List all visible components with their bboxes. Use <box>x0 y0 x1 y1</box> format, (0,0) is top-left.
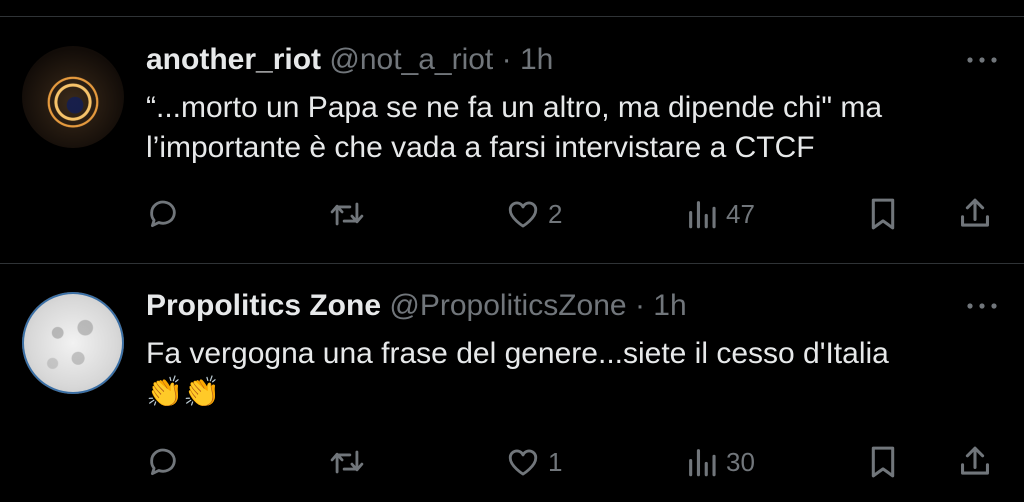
retweet-icon <box>330 202 364 226</box>
views-count: 47 <box>726 198 755 229</box>
views-icon <box>689 201 716 229</box>
tweet-header: another_riot @not_a_riot · 1h <box>146 40 553 80</box>
action-bar: 1 30 <box>146 442 1006 482</box>
reply-icon <box>150 200 176 228</box>
timestamp[interactable]: 1h <box>520 43 553 76</box>
clapping-hands-emoji: 👏👏 <box>146 376 221 409</box>
tweet[interactable]: another_riot @not_a_riot · 1h “...morto … <box>0 18 1024 262</box>
tweet-text: “...morto un Papa se ne fa un altro, ma … <box>146 88 1006 168</box>
reply-button[interactable] <box>146 442 180 482</box>
tweet-text-line: l’importante è che vada a farsi intervis… <box>146 131 815 164</box>
reply-icon <box>150 448 176 476</box>
share-icon <box>961 446 989 475</box>
like-button[interactable]: 1 <box>506 442 562 482</box>
more-icon <box>967 57 997 63</box>
bookmark-icon <box>871 446 895 478</box>
tweet[interactable]: Propolitics Zone @PropoliticsZone · 1h F… <box>0 264 1024 502</box>
views-button[interactable]: 30 <box>686 442 755 482</box>
bookmark-button[interactable] <box>866 194 900 234</box>
heart-icon <box>508 201 538 228</box>
avatar[interactable] <box>22 292 124 394</box>
retweet-button[interactable] <box>328 442 366 482</box>
user-handle[interactable]: @PropoliticsZone <box>389 289 626 322</box>
tweet-text: Fa vergogna una frase del genere...siete… <box>146 334 1006 412</box>
separator: · <box>501 43 512 76</box>
display-name[interactable]: another_riot <box>146 43 321 76</box>
heart-icon <box>508 449 538 476</box>
more-options-button[interactable] <box>962 296 1002 316</box>
more-options-button[interactable] <box>962 50 1002 70</box>
more-icon <box>967 303 997 309</box>
avatar[interactable] <box>22 46 124 148</box>
action-bar: 2 47 <box>146 194 1006 234</box>
top-divider <box>0 16 1024 17</box>
bookmark-button[interactable] <box>866 442 900 482</box>
tweet-text-line: Fa vergogna una frase del genere...siete… <box>146 337 889 370</box>
bookmark-icon <box>871 198 895 230</box>
tweet-text-line: “...morto un Papa se ne fa un altro, ma … <box>146 91 883 124</box>
like-count: 2 <box>548 198 563 229</box>
display-name[interactable]: Propolitics Zone <box>146 289 381 322</box>
views-count: 30 <box>726 446 755 477</box>
tweet-header: Propolitics Zone @PropoliticsZone · 1h <box>146 286 687 326</box>
user-handle[interactable]: @not_a_riot <box>329 43 493 76</box>
retweet-button[interactable] <box>328 194 366 234</box>
views-button[interactable]: 47 <box>686 194 755 234</box>
views-icon <box>689 449 716 477</box>
timestamp[interactable]: 1h <box>653 289 686 322</box>
share-icon <box>961 198 989 227</box>
like-count: 1 <box>548 446 563 477</box>
retweet-icon <box>330 450 364 474</box>
separator: · <box>634 289 645 322</box>
share-button[interactable] <box>958 442 992 482</box>
like-button[interactable]: 2 <box>506 194 562 234</box>
reply-button[interactable] <box>146 194 180 234</box>
share-button[interactable] <box>958 194 992 234</box>
